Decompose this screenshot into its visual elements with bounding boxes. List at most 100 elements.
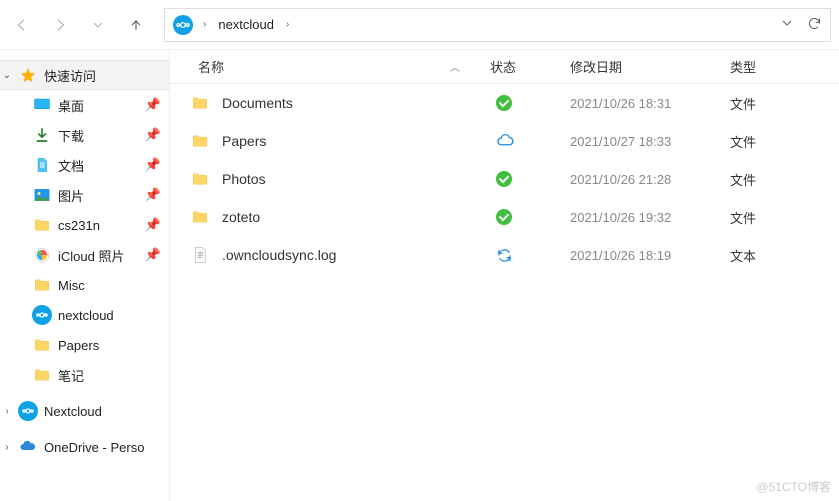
column-header: 名称 ︿ 状态 修改日期 类型 bbox=[170, 50, 839, 84]
sidebar-item-label: 文档 bbox=[58, 156, 139, 175]
sidebar-item-label: nextcloud bbox=[58, 308, 161, 323]
icloud-icon bbox=[32, 245, 52, 265]
status-sync-icon bbox=[496, 247, 513, 264]
refresh-button[interactable] bbox=[807, 16, 822, 34]
status-ok-icon bbox=[496, 171, 512, 187]
file-area: 名称 ︿ 状态 修改日期 类型 Documents 2021/10/26 18:3… bbox=[170, 50, 839, 501]
sidebar-item-label: 图片 bbox=[58, 186, 139, 205]
sidebar-item-label: Misc bbox=[58, 278, 161, 293]
file-row[interactable]: Documents 2021/10/26 18:31文件 bbox=[170, 84, 839, 122]
sidebar-item[interactable]: 笔记 bbox=[14, 360, 169, 390]
file-name: zoteto bbox=[222, 209, 260, 225]
file-row[interactable]: Papers 2021/10/27 18:33文件 bbox=[170, 122, 839, 160]
status-ok-icon bbox=[496, 95, 512, 111]
file-row[interactable]: Photos 2021/10/26 21:28文件 bbox=[170, 160, 839, 198]
history-dropdown[interactable] bbox=[781, 17, 793, 32]
pin-icon: 📌 bbox=[145, 127, 161, 143]
column-name-label: 名称 bbox=[198, 57, 224, 76]
caret-right-icon: › bbox=[2, 406, 12, 417]
sidebar-item-label: Nextcloud bbox=[44, 404, 161, 419]
pin-icon: 📌 bbox=[145, 187, 161, 203]
sidebar-quick-access[interactable]: ⌄ 快速访问 bbox=[0, 60, 169, 90]
column-date[interactable]: 修改日期 bbox=[570, 57, 730, 76]
onedrive-icon bbox=[18, 437, 38, 457]
pin-icon: 📌 bbox=[145, 247, 161, 263]
sidebar-item[interactable]: 桌面 📌 bbox=[14, 90, 169, 120]
file-name: Documents bbox=[222, 95, 293, 111]
sort-asc-icon: ︿ bbox=[450, 59, 460, 74]
sidebar-item-label: Papers bbox=[58, 338, 161, 353]
sidebar-item[interactable]: Misc bbox=[14, 270, 169, 300]
file-type: 文件 bbox=[730, 208, 839, 227]
breadcrumb-nextcloud[interactable]: nextcloud bbox=[216, 17, 276, 32]
file-date: 2021/10/26 18:19 bbox=[570, 248, 730, 263]
status-ok-icon bbox=[496, 209, 512, 225]
file-row[interactable]: zoteto 2021/10/26 19:32文件 bbox=[170, 198, 839, 236]
sidebar: ⌄ 快速访问 桌面 📌 下载 📌 文档 📌 图片 📌 cs231n 📌 iCloud 照片 📌 Misc… bbox=[0, 50, 170, 501]
pin-icon: 📌 bbox=[145, 97, 161, 113]
sidebar-onedrive[interactable]: › OneDrive - Perso bbox=[0, 432, 169, 462]
file-type: 文件 bbox=[730, 170, 839, 189]
document-icon bbox=[32, 155, 52, 175]
caret-down-icon: ⌄ bbox=[2, 70, 12, 81]
recent-dropdown[interactable] bbox=[90, 17, 106, 33]
sidebar-item-label: 笔记 bbox=[58, 366, 161, 385]
forward-button[interactable] bbox=[52, 17, 68, 33]
file-date: 2021/10/27 18:33 bbox=[570, 134, 730, 149]
nav-buttons bbox=[8, 17, 154, 33]
caret-right-icon: › bbox=[2, 442, 12, 453]
chevron-right-icon: › bbox=[282, 19, 293, 30]
file-date: 2021/10/26 21:28 bbox=[570, 172, 730, 187]
pin-icon: 📌 bbox=[145, 157, 161, 173]
sidebar-nextcloud-root[interactable]: › Nextcloud bbox=[0, 396, 169, 426]
sidebar-item-label: iCloud 照片 bbox=[58, 246, 139, 265]
address-tail bbox=[781, 16, 822, 34]
file-type: 文件 bbox=[730, 132, 839, 151]
address-bar[interactable]: › nextcloud › bbox=[164, 8, 831, 42]
file-type: 文本 bbox=[730, 246, 839, 265]
sidebar-item[interactable]: cs231n 📌 bbox=[14, 210, 169, 240]
download-icon bbox=[32, 125, 52, 145]
sidebar-item-label: OneDrive - Perso bbox=[44, 440, 161, 455]
sidebar-item[interactable]: iCloud 照片 📌 bbox=[14, 240, 169, 270]
file-name: Photos bbox=[222, 171, 266, 187]
nextcloud-icon bbox=[32, 305, 52, 325]
watermark: @51CTO博客 bbox=[756, 478, 831, 495]
sidebar-item[interactable]: nextcloud bbox=[14, 300, 169, 330]
file-row[interactable]: .owncloudsync.log 2021/10/26 18:19文本 bbox=[170, 236, 839, 274]
sidebar-item[interactable]: 下载 📌 bbox=[14, 120, 169, 150]
sidebar-item[interactable]: 文档 📌 bbox=[14, 150, 169, 180]
status-cloud-icon bbox=[496, 132, 514, 150]
quick-access-label: 快速访问 bbox=[44, 66, 161, 85]
pin-icon: 📌 bbox=[145, 217, 161, 233]
star-icon bbox=[18, 65, 38, 85]
sidebar-item[interactable]: Papers bbox=[14, 330, 169, 360]
folder-icon bbox=[32, 335, 52, 355]
file-type: 文件 bbox=[730, 94, 839, 113]
text-icon bbox=[190, 245, 210, 265]
desktop-icon bbox=[32, 95, 52, 115]
sidebar-item-label: 桌面 bbox=[58, 96, 139, 115]
folder-icon bbox=[190, 169, 210, 189]
main-area: ⌄ 快速访问 桌面 📌 下载 📌 文档 📌 图片 📌 cs231n 📌 iCloud 照片 📌 Misc… bbox=[0, 50, 839, 501]
chevron-right-icon: › bbox=[199, 19, 210, 30]
sidebar-item-label: 下载 bbox=[58, 126, 139, 145]
folder-icon bbox=[32, 365, 52, 385]
file-name: .owncloudsync.log bbox=[222, 247, 336, 263]
sidebar-item-label: cs231n bbox=[58, 218, 139, 233]
folder-icon bbox=[32, 275, 52, 295]
sidebar-item[interactable]: 图片 📌 bbox=[14, 180, 169, 210]
column-type[interactable]: 类型 bbox=[730, 57, 839, 76]
folder-icon bbox=[190, 207, 210, 227]
file-name: Papers bbox=[222, 133, 266, 149]
up-button[interactable] bbox=[128, 17, 144, 33]
picture-icon bbox=[32, 185, 52, 205]
folder-icon bbox=[190, 93, 210, 113]
folder-icon bbox=[32, 215, 52, 235]
file-date: 2021/10/26 18:31 bbox=[570, 96, 730, 111]
back-button[interactable] bbox=[14, 17, 30, 33]
column-status[interactable]: 状态 bbox=[490, 57, 570, 76]
column-name[interactable]: 名称 ︿ bbox=[170, 57, 490, 76]
file-date: 2021/10/26 19:32 bbox=[570, 210, 730, 225]
top-bar: › nextcloud › bbox=[0, 0, 839, 50]
